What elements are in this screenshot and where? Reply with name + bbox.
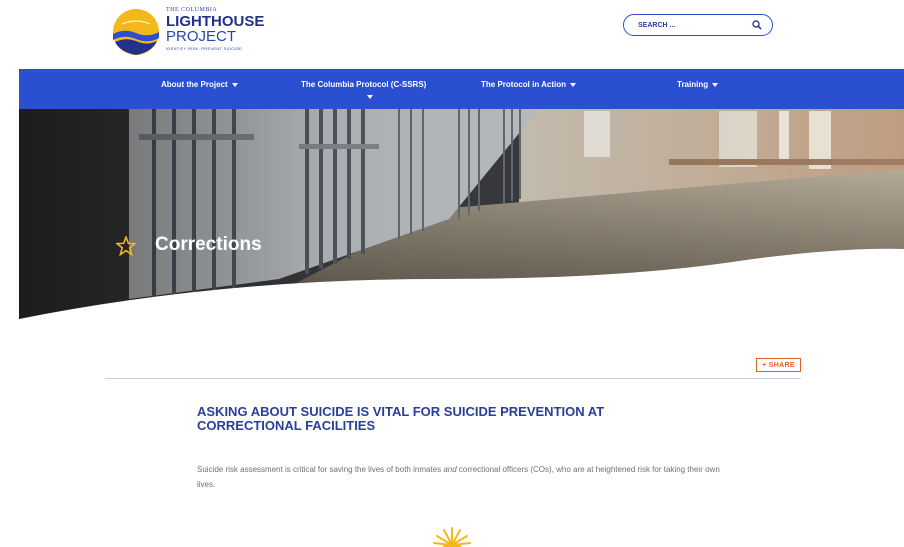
nav-item-about[interactable]: About the Project xyxy=(161,80,238,89)
nav-item-training[interactable]: Training xyxy=(677,80,719,89)
search-icon[interactable] xyxy=(752,20,762,30)
site-header: THE COLUMBIA LIGHTHOUSE PROJECT IDENTIFY… xyxy=(0,0,904,69)
hero-banner: Corrections xyxy=(19,109,904,323)
share-button[interactable]: + SHARE xyxy=(756,358,801,372)
star-icon xyxy=(116,236,136,256)
site-logo[interactable]: THE COLUMBIA LIGHTHOUSE PROJECT IDENTIFY… xyxy=(112,6,272,62)
nav-item-protocol-in-action[interactable]: The Protocol in Action xyxy=(481,80,577,89)
logo-tagline: IDENTIFY RISK. PREVENT SUICIDE. xyxy=(166,46,244,51)
search-box xyxy=(623,14,773,36)
nav-item-columbia-protocol[interactable]: The Columbia Protocol (C-SSRS) xyxy=(301,80,426,89)
divider xyxy=(105,378,801,379)
logo-title: LIGHTHOUSE xyxy=(166,13,265,30)
nav-item-label: Training xyxy=(677,80,709,89)
body-text-emphasis: and xyxy=(443,465,457,474)
body-text-part: Suicide risk assessment is critical for … xyxy=(197,465,444,474)
nav-item-label: The Protocol in Action xyxy=(481,80,567,89)
chevron-down-icon xyxy=(231,82,238,87)
main-nav: About the Project The Columbia Protocol … xyxy=(19,69,904,109)
nav-item-label: The Columbia Protocol (C-SSRS) xyxy=(301,80,427,89)
chevron-down-icon xyxy=(570,82,577,87)
chevron-down-icon xyxy=(712,82,719,87)
sun-icon xyxy=(433,527,471,547)
chevron-down-icon xyxy=(367,95,373,99)
article-headline: ASKING ABOUT SUICIDE IS VITAL FOR SUICID… xyxy=(197,404,605,433)
lighthouse-logo-icon xyxy=(113,9,159,55)
nav-item-label: About the Project xyxy=(161,80,228,89)
hero-image xyxy=(19,109,904,323)
article-body: Suicide risk assessment is critical for … xyxy=(197,462,737,492)
search-input[interactable] xyxy=(638,21,738,29)
logo-subtitle: PROJECT xyxy=(166,28,237,45)
page-title: Corrections xyxy=(155,234,262,255)
